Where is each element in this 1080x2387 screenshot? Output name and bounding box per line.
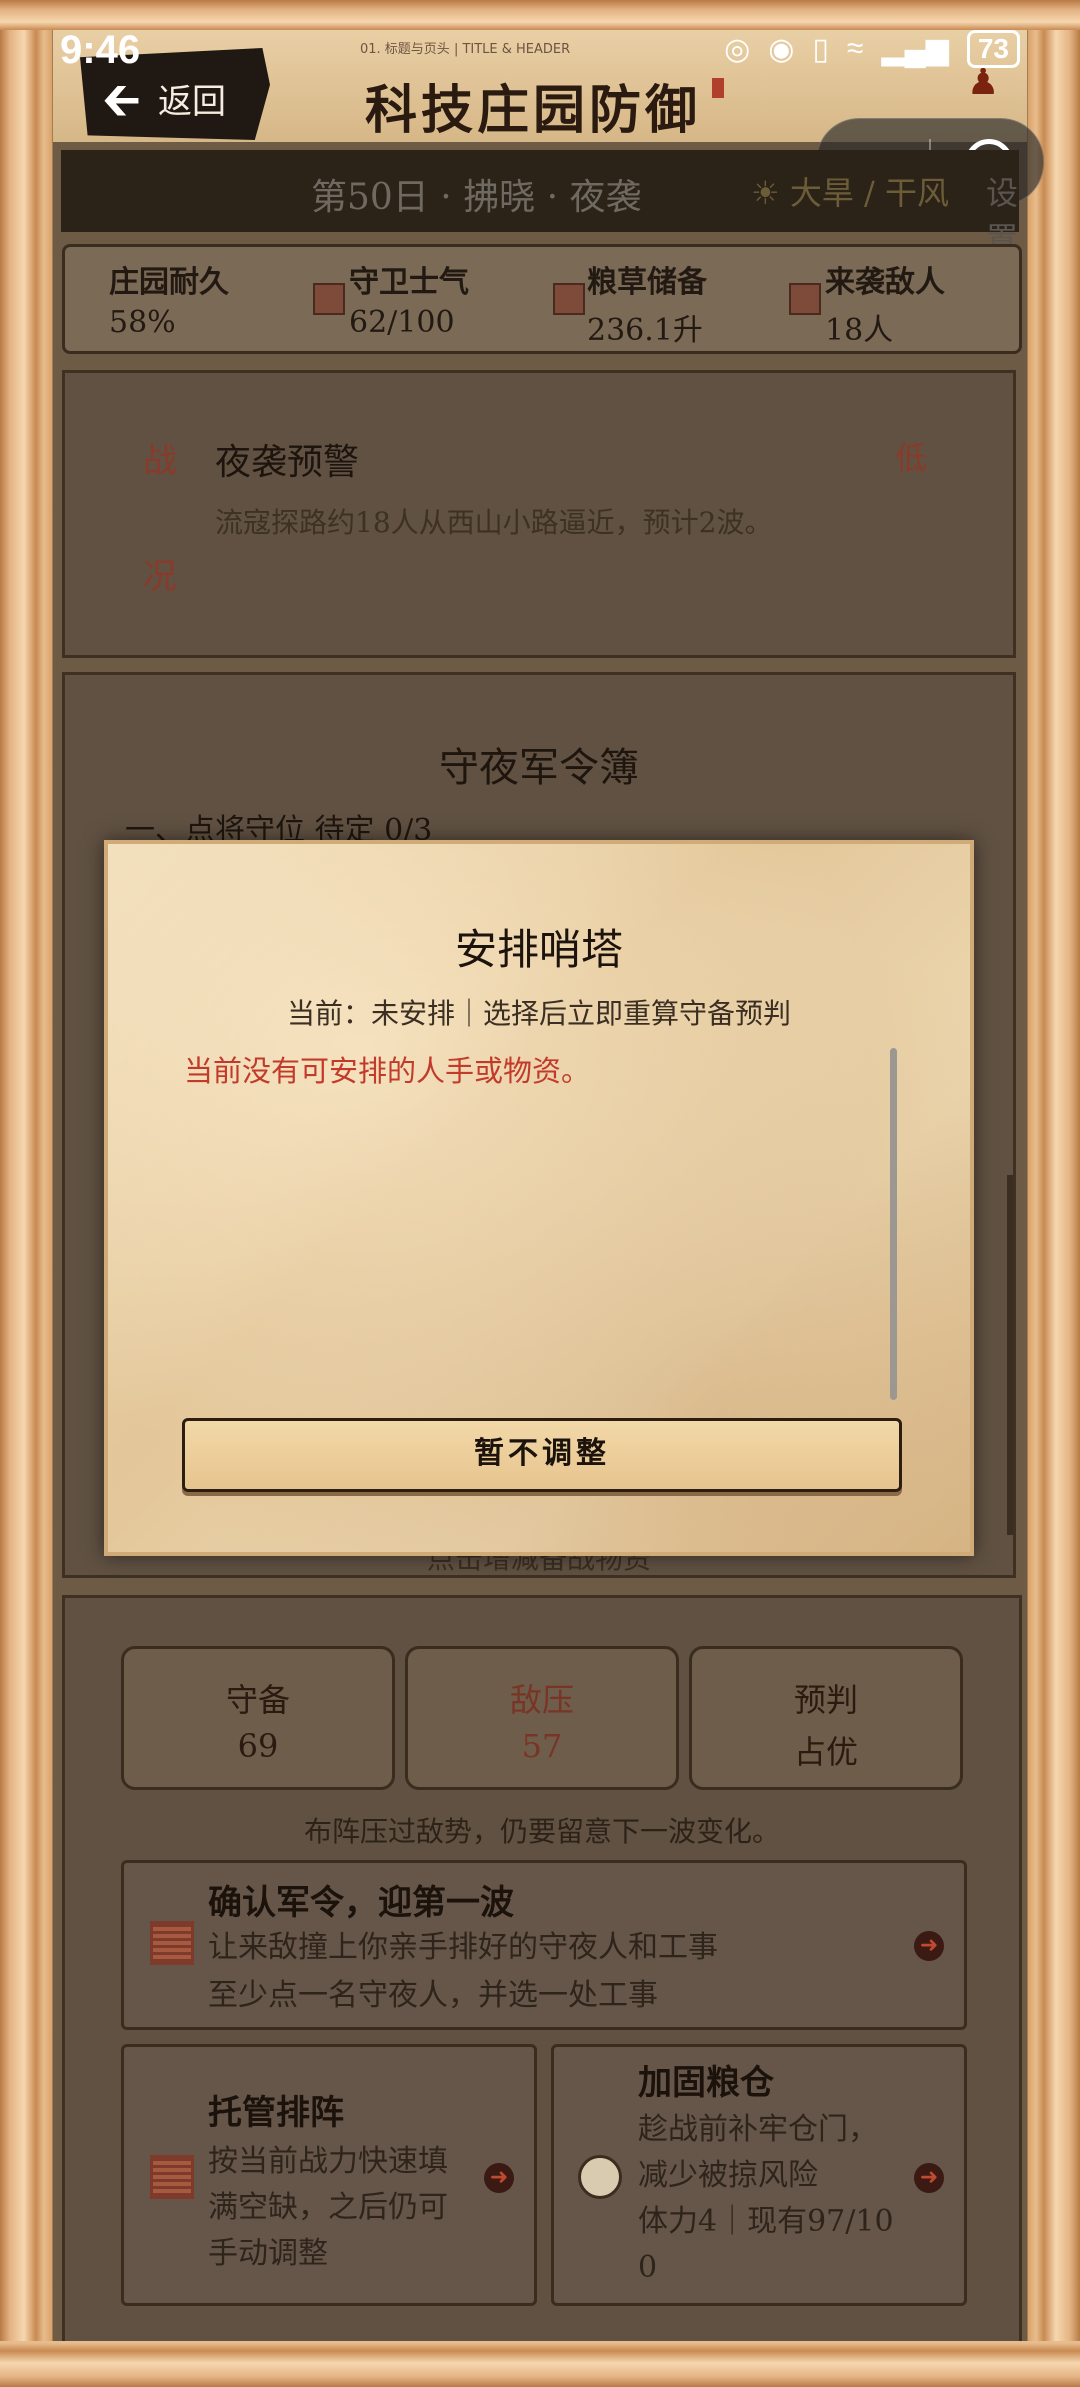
stat-value: 236.1升 (587, 313, 703, 348)
summary-enemy-pressure: 敌压 57 (405, 1646, 679, 1790)
stat-durability: 庄园耐久 58% (109, 257, 229, 340)
reinforce-granary-button[interactable]: 加固粮仓 趁战前补牢仓门， 减少被掠风险 体力4｜现有97/10 0 ➜ (551, 2044, 967, 2306)
confirm-line: 让来敌撞上你亲手排好的守夜人和工事 (208, 1930, 718, 1965)
auto-line: 满空缺，之后仍可 (208, 2190, 448, 2225)
skip-adjust-button[interactable]: 暂不调整 (182, 1418, 902, 1492)
status-time: 9:46 (60, 28, 141, 72)
stat-label: 粮草储备 (587, 265, 707, 300)
book-scrollbar (1007, 1175, 1013, 1535)
go-arrow-icon: ➜ (914, 2163, 944, 2193)
stat-food: 粮草储备 236.1升 (587, 257, 707, 349)
network-icon: ◎ (724, 32, 751, 66)
weather-text: 大旱 / 干风 (789, 174, 949, 212)
summary-defense: 守备 69 (121, 1646, 395, 1790)
status-icons: ◎ ◉ ▯ ≈ ▂▄▆ 73 (724, 30, 1020, 68)
stat-value: 58% (109, 305, 176, 340)
stat-value: 18人 (825, 313, 894, 348)
sun-icon: ☀ (751, 174, 780, 212)
frame-bottom-edge (0, 2341, 1080, 2387)
action-panel: 守备 69 敌压 57 预判 占优 布阵压过敌势，仍要留意下一波变化。 确认军令… (62, 1595, 1022, 2361)
granary-line: 0 (638, 2250, 658, 2285)
alert-tag: 况 (143, 557, 177, 597)
modal-current-status: 当前：未安排｜选择后立即重算守备预判 (286, 997, 791, 1030)
summary-label: 预判 (793, 1681, 858, 1719)
day-label: 第50日 · 拂晓 · 夜袭 (311, 177, 642, 218)
confirm-title: 确认军令，迎第一波 (208, 1883, 514, 1923)
wifi-icon: ≈ (846, 32, 864, 65)
stat-label: 守卫士气 (349, 265, 469, 300)
modal-title: 安排哨塔 (454, 925, 623, 974)
stat-enemies: 来袭敌人 18人 (825, 257, 945, 349)
auto-line: 按当前战力快速填 (208, 2144, 448, 2179)
day-bar: 第50日 · 拂晓 · 夜袭 ☀ 大旱 / 干风 设置 (61, 150, 1019, 258)
summary-value: 69 (237, 1727, 279, 1765)
modal-scrollbar[interactable] (890, 1048, 897, 1400)
auto-line: 手动调整 (208, 2236, 328, 2271)
battery-icon: 73 (966, 30, 1020, 68)
auto-title: 托管排阵 (208, 2093, 344, 2133)
granary-title: 加固粮仓 (638, 2063, 774, 2103)
signal-icon: ▂▄▆ (881, 32, 949, 66)
modal-empty-message: 当前没有可安排的人手或物资。 (184, 1054, 591, 1088)
summary-label: 敌压 (509, 1681, 574, 1719)
summary-forecast: 预判 占优 (689, 1646, 963, 1790)
alert-tag: 战 (143, 441, 177, 481)
seal-icon (313, 283, 345, 315)
granary-line: 体力4｜现有97/10 (638, 2204, 894, 2239)
vibrate-icon: ▯ (812, 32, 829, 66)
go-arrow-icon: ➜ (484, 2163, 514, 2193)
status-bar: 9:46 ◎ ◉ ▯ ≈ ▂▄▆ 73 (0, 0, 1080, 100)
stat-morale: 守卫士气 62/100 (349, 257, 469, 340)
granary-line: 趁战前补牢仓门， (638, 2112, 878, 2147)
summary-note: 布阵压过敌势，仍要留意下一波变化。 (303, 1815, 780, 1848)
book-title: 守夜军令簿 (439, 745, 639, 791)
seal-icon (789, 283, 821, 315)
stat-value: 62/100 (349, 305, 455, 340)
granary-line: 减少被掠风险 (638, 2158, 818, 2193)
stat-label: 来袭敌人 (825, 265, 945, 300)
summary-value: 占优 (793, 1733, 858, 1771)
seal-icon (553, 283, 585, 315)
seal-icon (150, 2155, 194, 2199)
night-raid-alert: 战 况 夜袭预警 流寇探路约18人从西山小路逼近，预计2波。 低 (62, 370, 1016, 658)
weather-label: ☀ 大旱 / 干风 (751, 168, 949, 214)
seal-icon (150, 1921, 194, 1965)
granary-icon (578, 2155, 622, 2199)
eye-icon: ◉ (768, 32, 795, 66)
alert-level: 低 (895, 439, 928, 477)
alert-title: 夜袭预警 (215, 442, 360, 483)
alert-description: 流寇探路约18人从西山小路逼近，预计2波。 (215, 506, 773, 539)
summary-label: 守备 (225, 1681, 290, 1719)
arrange-watchtower-modal: 安排哨塔 当前：未安排｜选择后立即重算守备预判 当前没有可安排的人手或物资。 暂… (104, 840, 974, 1556)
auto-arrange-button[interactable]: 托管排阵 按当前战力快速填 满空缺，之后仍可 手动调整 ➜ (121, 2044, 537, 2306)
go-arrow-icon: ➜ (914, 1931, 944, 1961)
summary-value: 57 (521, 1727, 563, 1765)
confirm-line: 至少点一名守夜人，并选一处工事 (208, 1978, 658, 2013)
stat-label: 庄园耐久 (109, 265, 229, 300)
stats-panel: 庄园耐久 58% 守卫士气 62/100 粮草储备 236.1升 来袭敌人 18… (62, 244, 1022, 354)
confirm-orders-button[interactable]: 确认军令，迎第一波 让来敌撞上你亲手排好的守夜人和工事 至少点一名守夜人，并选一… (121, 1860, 967, 2030)
